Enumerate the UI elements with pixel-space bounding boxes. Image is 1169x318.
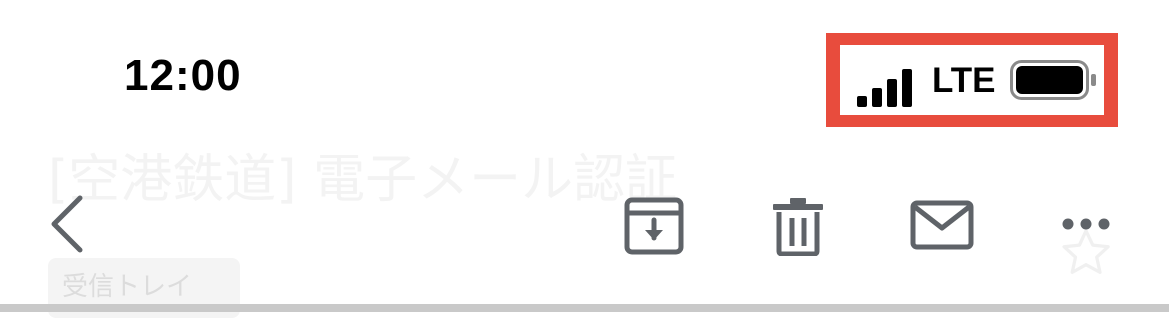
more-horizontal-icon[interactable] <box>1058 212 1114 236</box>
status-indicators: LTE <box>840 45 1104 115</box>
mail-icon[interactable] <box>910 200 974 250</box>
archive-icon[interactable] <box>624 196 684 256</box>
battery-full-icon <box>1010 60 1096 100</box>
inbox-label-text: 受信トレイ <box>62 272 193 302</box>
cellular-signal-icon <box>857 69 912 107</box>
back-chevron-icon[interactable] <box>42 192 90 256</box>
status-indicators-highlight: LTE <box>826 33 1118 127</box>
email-subject: [空港鉄道] 電子メール認証 <box>48 150 678 210</box>
network-type-label: LTE <box>932 61 996 100</box>
trash-icon[interactable] <box>770 196 826 256</box>
content-divider <box>0 304 1169 312</box>
status-time: 12:00 <box>124 51 242 100</box>
